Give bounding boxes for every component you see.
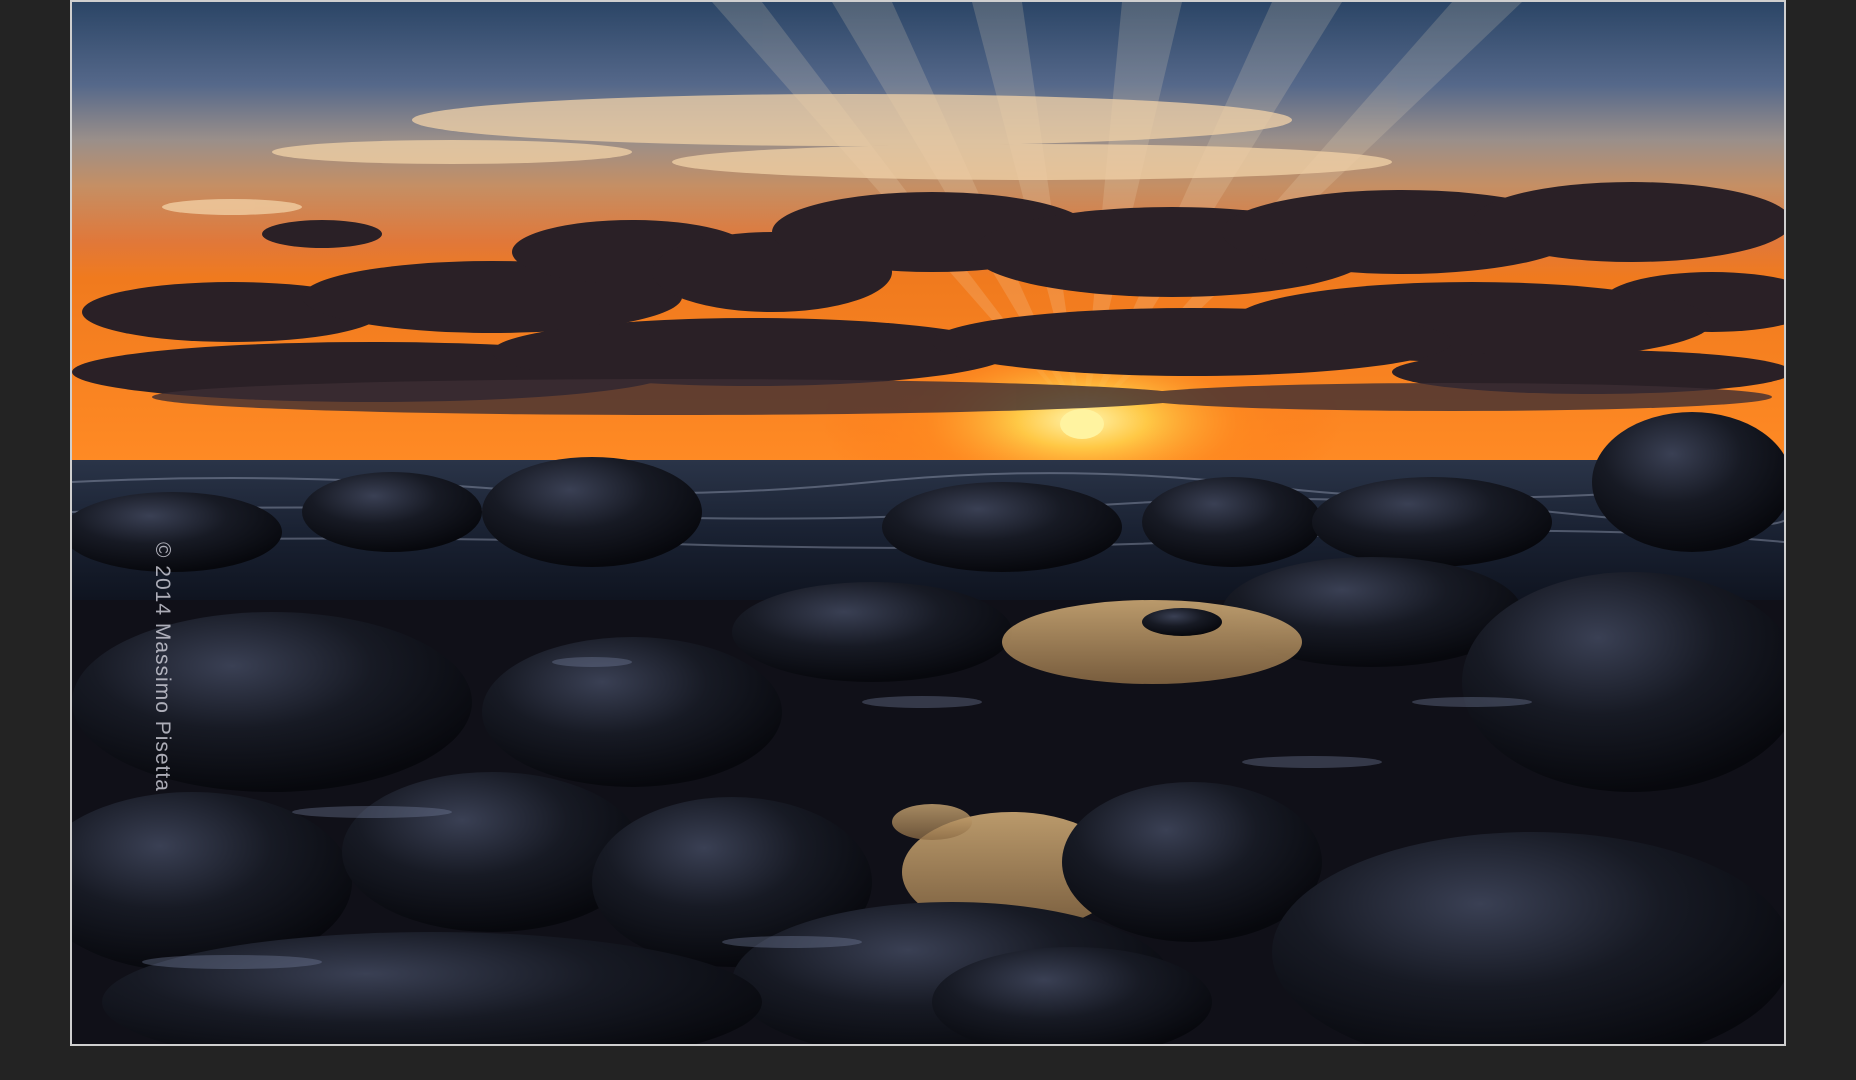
photo-frame: © 2014 Massimo Pisetta (70, 0, 1786, 1046)
sunset-photo: © 2014 Massimo Pisetta (72, 2, 1784, 1044)
page-background: © 2014 Massimo Pisetta (0, 0, 1856, 1080)
copyright-watermark: © 2014 Massimo Pisetta (151, 542, 174, 792)
photo-illustration (72, 2, 1784, 1044)
